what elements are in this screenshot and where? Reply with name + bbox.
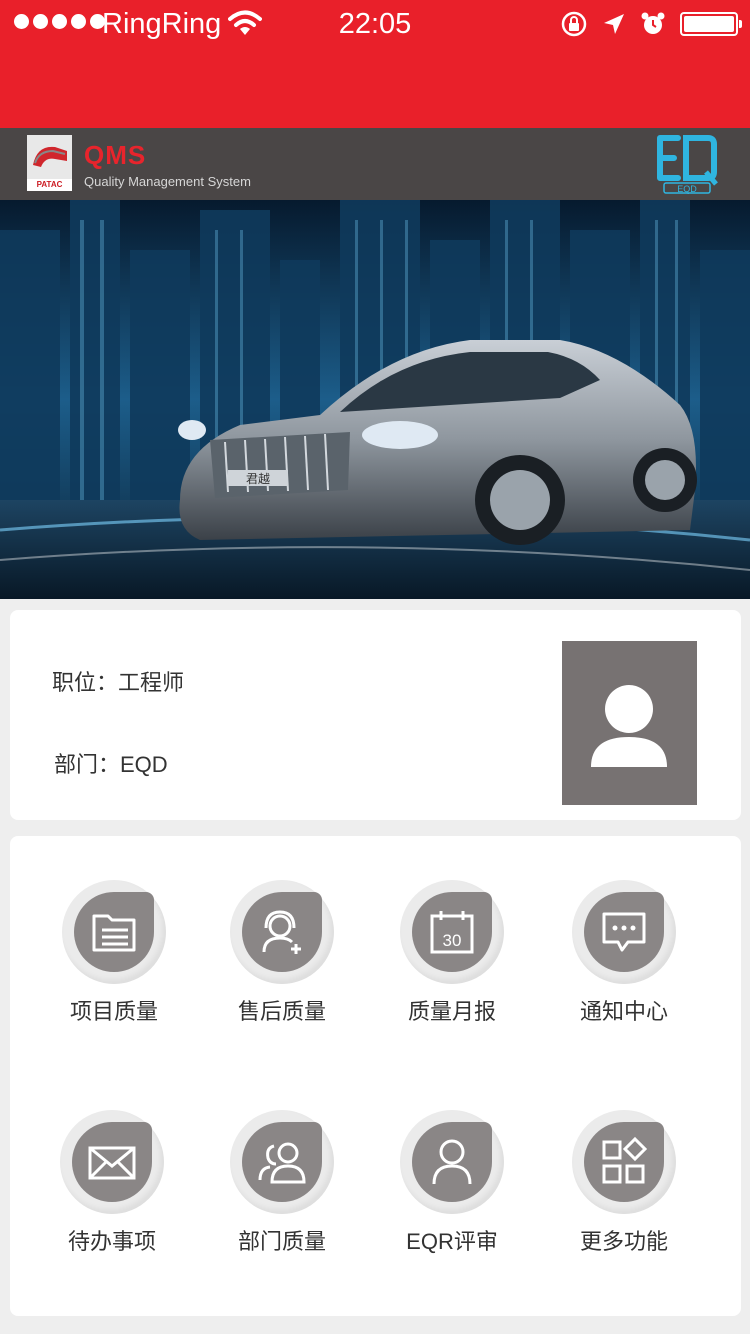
battery-icon <box>680 12 742 36</box>
location-arrow-icon <box>604 14 624 34</box>
feature-eqr-review[interactable]: EQR评审 <box>372 1110 532 1256</box>
headset-user-icon <box>262 910 301 954</box>
feature-aftersales-quality[interactable]: 售后质量 <box>202 880 362 1026</box>
person-icon <box>591 685 667 767</box>
feature-label: 待办事项 <box>67 1229 156 1254</box>
department-label: 部门：EQD <box>54 752 168 777</box>
user-icon <box>432 1139 472 1185</box>
feature-label: EQR评审 <box>406 1229 498 1254</box>
feature-project-quality[interactable]: 项目质量 <box>34 880 194 1026</box>
feature-label: 售后质量 <box>237 999 326 1024</box>
feature-notification-center[interactable]: 通知中心 <box>544 880 704 1026</box>
car-city-banner-image: 君越 <box>0 200 750 599</box>
app-title: QMS <box>84 140 147 170</box>
svg-text:EQD: EQD <box>677 184 697 194</box>
envelope-icon <box>88 1146 136 1180</box>
apps-grid-icon <box>602 1136 648 1184</box>
profile-card: 职位：工程师 部门：EQD <box>10 610 741 820</box>
chat-bubble-icon <box>602 912 646 952</box>
feature-label: 通知中心 <box>579 999 668 1024</box>
users-icon <box>258 1142 306 1184</box>
feature-department-quality[interactable]: 部门质量 <box>202 1110 362 1256</box>
feature-grid: 项目质量 售后质量 30 质量月报 通知中心 待办事项 部门质量 EQR评审 更… <box>10 836 741 1316</box>
feature-label: 质量月报 <box>407 999 496 1024</box>
calendar-30-icon: 30 <box>430 911 474 954</box>
patac-logo: PATAC <box>27 135 72 191</box>
position-label: 职位：工程师 <box>52 670 185 695</box>
feature-todo[interactable]: 待办事项 <box>32 1110 192 1256</box>
feature-label: 更多功能 <box>579 1229 668 1254</box>
alarm-icon <box>641 12 665 34</box>
eqd-logo: EQD <box>657 135 718 194</box>
app-header: PATAC QMS Quality Management System EQD <box>0 128 750 200</box>
app-subtitle: Quality Management System <box>84 174 251 189</box>
folder-list-icon <box>92 914 136 952</box>
svg-text:君越: 君越 <box>246 472 270 486</box>
feature-quality-monthly-report[interactable]: 30 质量月报 <box>372 880 532 1026</box>
rotation-lock-icon <box>561 11 587 37</box>
status-bar: RingRing 22:05 <box>0 0 750 128</box>
hero-banner[interactable]: 君越 <box>0 200 750 599</box>
avatar[interactable] <box>562 641 697 805</box>
svg-text:30: 30 <box>443 931 462 950</box>
feature-more-functions[interactable]: 更多功能 <box>544 1110 704 1256</box>
feature-label: 部门质量 <box>237 1229 326 1254</box>
feature-label: 项目质量 <box>69 999 158 1024</box>
